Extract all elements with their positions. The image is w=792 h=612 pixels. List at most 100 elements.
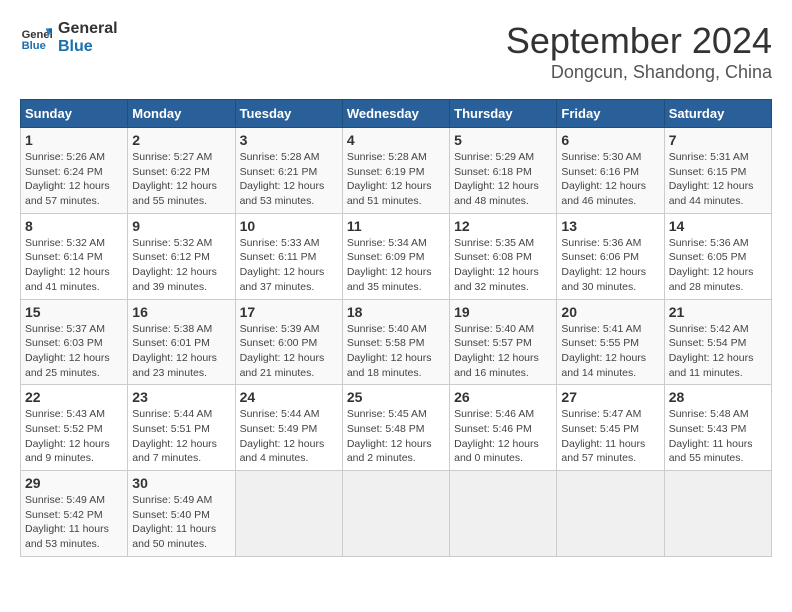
- calendar-cell: 22Sunrise: 5:43 AM Sunset: 5:52 PM Dayli…: [21, 385, 128, 471]
- calendar-cell: 19 Sunrise: 5:40 AM Sunset: 5:57 PM Dayli…: [450, 299, 557, 385]
- logo: General Blue General Blue: [20, 20, 118, 56]
- svg-text:Blue: Blue: [22, 40, 46, 52]
- calendar-cell: 18 Sunrise: 5:40 AM Sunset: 5:58 PM Dayli…: [342, 299, 449, 385]
- day-info: Sunrise: 5:28 AM Sunset: 6:19 PM Dayligh…: [347, 150, 445, 209]
- weekday-header: Sunday: [21, 100, 128, 128]
- day-number: 15: [25, 304, 123, 320]
- day-number: 4: [347, 132, 445, 148]
- calendar-cell: 3 Sunrise: 5:28 AM Sunset: 6:21 PM Daylig…: [235, 128, 342, 214]
- month-title: September 2024: [506, 20, 772, 62]
- day-number: 26: [454, 389, 552, 405]
- calendar-cell: 15 Sunrise: 5:37 AM Sunset: 6:03 PM Dayli…: [21, 299, 128, 385]
- day-info: Sunrise: 5:34 AM Sunset: 6:09 PM Dayligh…: [347, 236, 445, 295]
- calendar-cell: 12Sunrise: 5:35 AM Sunset: 6:08 PM Dayli…: [450, 213, 557, 299]
- day-number: 27: [561, 389, 659, 405]
- calendar-cell: [342, 471, 449, 557]
- day-info: Sunrise: 5:27 AM Sunset: 6:22 PM Dayligh…: [132, 150, 230, 209]
- day-info: Sunrise: 5:40 AM Sunset: 5:58 PM Dayligh…: [347, 322, 445, 381]
- day-number: 7: [669, 132, 767, 148]
- day-number: 11: [347, 218, 445, 234]
- day-info: Sunrise: 5:40 AM Sunset: 5:57 PM Dayligh…: [454, 322, 552, 381]
- day-info: Sunrise: 5:48 AM Sunset: 5:43 PM Dayligh…: [669, 407, 767, 466]
- day-number: 6: [561, 132, 659, 148]
- calendar-cell: 2 Sunrise: 5:27 AM Sunset: 6:22 PM Daylig…: [128, 128, 235, 214]
- day-number: 30: [132, 475, 230, 491]
- weekday-header: Monday: [128, 100, 235, 128]
- calendar-cell: [450, 471, 557, 557]
- day-info: Sunrise: 5:37 AM Sunset: 6:03 PM Dayligh…: [25, 322, 123, 381]
- day-number: 22: [25, 389, 123, 405]
- weekday-header: Friday: [557, 100, 664, 128]
- calendar-week-row: 29 Sunrise: 5:49 AM Sunset: 5:42 PM Dayli…: [21, 471, 772, 557]
- calendar-week-row: 15 Sunrise: 5:37 AM Sunset: 6:03 PM Dayli…: [21, 299, 772, 385]
- day-number: 25: [347, 389, 445, 405]
- day-info: Sunrise: 5:42 AM Sunset: 5:54 PM Dayligh…: [669, 322, 767, 381]
- day-number: 28: [669, 389, 767, 405]
- location-title: Dongcun, Shandong, China: [506, 62, 772, 83]
- day-number: 5: [454, 132, 552, 148]
- day-number: 3: [240, 132, 338, 148]
- calendar-cell: 9 Sunrise: 5:32 AM Sunset: 6:12 PM Daylig…: [128, 213, 235, 299]
- day-info: Sunrise: 5:49 AM Sunset: 5:42 PM Dayligh…: [25, 493, 123, 552]
- day-number: 14: [669, 218, 767, 234]
- logo-text: General Blue: [58, 20, 118, 56]
- day-info: Sunrise: 5:41 AM Sunset: 5:55 PM Dayligh…: [561, 322, 659, 381]
- day-number: 29: [25, 475, 123, 491]
- calendar-cell: 16 Sunrise: 5:38 AM Sunset: 6:01 PM Dayli…: [128, 299, 235, 385]
- day-number: 16: [132, 304, 230, 320]
- calendar-cell: 11 Sunrise: 5:34 AM Sunset: 6:09 PM Dayli…: [342, 213, 449, 299]
- logo-icon: General Blue: [20, 22, 52, 54]
- calendar-cell: 17Sunrise: 5:39 AM Sunset: 6:00 PM Dayli…: [235, 299, 342, 385]
- day-number: 24: [240, 389, 338, 405]
- day-info: Sunrise: 5:44 AM Sunset: 5:49 PM Dayligh…: [240, 407, 338, 466]
- calendar-cell: 20 Sunrise: 5:41 AM Sunset: 5:55 PM Dayli…: [557, 299, 664, 385]
- day-number: 18: [347, 304, 445, 320]
- day-info: Sunrise: 5:32 AM Sunset: 6:14 PM Dayligh…: [25, 236, 123, 295]
- calendar-cell: [235, 471, 342, 557]
- day-info: Sunrise: 5:35 AM Sunset: 6:08 PM Dayligh…: [454, 236, 552, 295]
- day-info: Sunrise: 5:29 AM Sunset: 6:18 PM Dayligh…: [454, 150, 552, 209]
- calendar-cell: 7 Sunrise: 5:31 AM Sunset: 6:15 PM Daylig…: [664, 128, 771, 214]
- day-number: 8: [25, 218, 123, 234]
- page-header: General Blue General Blue September 2024…: [20, 20, 772, 83]
- calendar-cell: [557, 471, 664, 557]
- day-number: 20: [561, 304, 659, 320]
- calendar-cell: 23Sunrise: 5:44 AM Sunset: 5:51 PM Dayli…: [128, 385, 235, 471]
- weekday-header-row: SundayMondayTuesdayWednesdayThursdayFrid…: [21, 100, 772, 128]
- calendar-week-row: 22Sunrise: 5:43 AM Sunset: 5:52 PM Dayli…: [21, 385, 772, 471]
- calendar-table: SundayMondayTuesdayWednesdayThursdayFrid…: [20, 99, 772, 557]
- day-info: Sunrise: 5:31 AM Sunset: 6:15 PM Dayligh…: [669, 150, 767, 209]
- calendar-cell: 6Sunrise: 5:30 AM Sunset: 6:16 PM Daylig…: [557, 128, 664, 214]
- day-info: Sunrise: 5:28 AM Sunset: 6:21 PM Dayligh…: [240, 150, 338, 209]
- calendar-cell: 28 Sunrise: 5:48 AM Sunset: 5:43 PM Dayli…: [664, 385, 771, 471]
- calendar-cell: 4 Sunrise: 5:28 AM Sunset: 6:19 PM Daylig…: [342, 128, 449, 214]
- calendar-cell: 8 Sunrise: 5:32 AM Sunset: 6:14 PM Daylig…: [21, 213, 128, 299]
- calendar-cell: 25 Sunrise: 5:45 AM Sunset: 5:48 PM Dayli…: [342, 385, 449, 471]
- day-number: 21: [669, 304, 767, 320]
- calendar-cell: [664, 471, 771, 557]
- day-info: Sunrise: 5:32 AM Sunset: 6:12 PM Dayligh…: [132, 236, 230, 295]
- calendar-cell: 13Sunrise: 5:36 AM Sunset: 6:06 PM Dayli…: [557, 213, 664, 299]
- day-info: Sunrise: 5:49 AM Sunset: 5:40 PM Dayligh…: [132, 493, 230, 552]
- calendar-cell: 30 Sunrise: 5:49 AM Sunset: 5:40 PM Dayli…: [128, 471, 235, 557]
- calendar-week-row: 8 Sunrise: 5:32 AM Sunset: 6:14 PM Daylig…: [21, 213, 772, 299]
- day-info: Sunrise: 5:38 AM Sunset: 6:01 PM Dayligh…: [132, 322, 230, 381]
- calendar-cell: 24 Sunrise: 5:44 AM Sunset: 5:49 PM Dayli…: [235, 385, 342, 471]
- day-number: 19: [454, 304, 552, 320]
- day-number: 17: [240, 304, 338, 320]
- day-info: Sunrise: 5:46 AM Sunset: 5:46 PM Dayligh…: [454, 407, 552, 466]
- calendar-cell: 26 Sunrise: 5:46 AM Sunset: 5:46 PM Dayli…: [450, 385, 557, 471]
- calendar-cell: 14Sunrise: 5:36 AM Sunset: 6:05 PM Dayli…: [664, 213, 771, 299]
- weekday-header: Thursday: [450, 100, 557, 128]
- calendar-cell: 1Sunrise: 5:26 AM Sunset: 6:24 PM Daylig…: [21, 128, 128, 214]
- day-info: Sunrise: 5:45 AM Sunset: 5:48 PM Dayligh…: [347, 407, 445, 466]
- day-number: 2: [132, 132, 230, 148]
- day-info: Sunrise: 5:44 AM Sunset: 5:51 PM Dayligh…: [132, 407, 230, 466]
- day-number: 13: [561, 218, 659, 234]
- calendar-cell: 29 Sunrise: 5:49 AM Sunset: 5:42 PM Dayli…: [21, 471, 128, 557]
- calendar-cell: 21 Sunrise: 5:42 AM Sunset: 5:54 PM Dayli…: [664, 299, 771, 385]
- day-number: 9: [132, 218, 230, 234]
- calendar-cell: 5 Sunrise: 5:29 AM Sunset: 6:18 PM Daylig…: [450, 128, 557, 214]
- day-number: 10: [240, 218, 338, 234]
- title-block: September 2024 Dongcun, Shandong, China: [506, 20, 772, 83]
